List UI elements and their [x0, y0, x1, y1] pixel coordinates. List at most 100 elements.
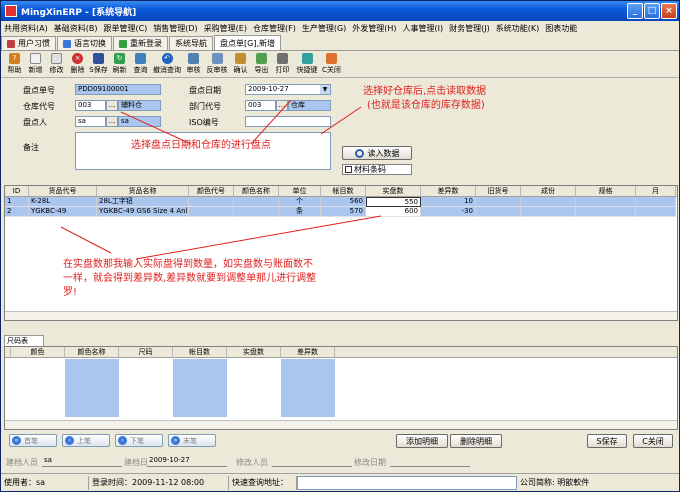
printer-icon — [277, 53, 288, 64]
edit-button[interactable]: 修改 — [46, 52, 67, 77]
help-button[interactable]: ? 帮助 — [4, 52, 25, 77]
app-window: MingXinERP - [系统导航] _ □ × 共用资料(A) 基础资料(B… — [0, 0, 680, 492]
menu-item[interactable]: 销售管理(D) — [153, 23, 197, 34]
menu-item[interactable]: 生产管理(G) — [302, 23, 346, 34]
cancel-query-button[interactable]: ↶ 撤消查询 — [151, 52, 183, 77]
status-query-label: 快速查询地址： — [229, 475, 297, 490]
tab-bar: 用户习惯 语言切换 重新登录 系统导航 盘点单[G],新增 — [1, 35, 679, 51]
person-name-field: sa — [118, 116, 161, 127]
confirm-button[interactable]: 确认 — [230, 52, 251, 77]
quick-query-input[interactable] — [297, 475, 517, 490]
creator-field: sa — [42, 456, 122, 467]
first-icon: « — [12, 436, 21, 445]
print-button[interactable]: 打印 — [272, 52, 293, 77]
unaudit-button[interactable]: 反审核 — [204, 52, 230, 77]
menu-item[interactable]: 基础资料(B) — [54, 23, 98, 34]
detail-save-button[interactable]: S保存 — [587, 434, 627, 448]
doc-no-field[interactable]: PDD09100001 — [75, 84, 161, 95]
close-doc-button[interactable]: C关闭 — [321, 52, 342, 77]
record-footer: 建档人员 sa 建档日期 2009-10-27 修改人员 修改日期 — [4, 454, 677, 470]
item-grid-scrollbar[interactable] — [5, 311, 677, 320]
remark-label: 备注 — [23, 143, 39, 152]
maximize-button[interactable]: □ — [644, 3, 660, 19]
menu-item[interactable]: 仓库管理(F) — [253, 23, 296, 34]
audit-button[interactable]: 审核 — [183, 52, 204, 77]
save-button[interactable]: S保存 — [88, 52, 109, 77]
tab-size-table[interactable]: 尺码表 — [4, 335, 44, 346]
first-record-button[interactable]: «首笔 — [9, 434, 57, 447]
login-icon — [119, 39, 127, 48]
person-lookup-button[interactable]: … — [106, 116, 118, 127]
size-grid: 颜色 颜色名称 尺码 帐目数 实盘数 差异数 — [4, 346, 678, 430]
warehouse-label: 仓库代号 — [23, 102, 55, 111]
prev-record-button[interactable]: ‹ 上笔 — [62, 434, 110, 447]
table-row[interactable]: 1 K-28L 28L工字钮 个 560 550 10 — [5, 197, 677, 207]
undo-icon: ↶ — [161, 53, 173, 64]
menu-item[interactable]: 财务管理(J) — [449, 23, 490, 34]
menu-bar: 共用资料(A) 基础资料(B) 跟单管理(C) 销售管理(D) 采购管理(E) … — [1, 21, 679, 35]
size-grid-header: 颜色 颜色名称 尺码 帐目数 实盘数 差异数 — [5, 347, 677, 358]
menu-item[interactable]: 图表功能 — [545, 23, 577, 34]
date-field[interactable]: 2009-10-27 — [245, 84, 331, 95]
query-button[interactable]: 查询 — [130, 52, 151, 77]
help-icon: ? — [9, 53, 20, 64]
add-detail-button[interactable]: 添加明细 — [396, 434, 448, 448]
search-icon — [135, 53, 146, 64]
annotation-read-data-note: (也就是该仓库的库存数据) — [367, 100, 485, 111]
refresh-button[interactable]: ↻ 刷新 — [109, 52, 130, 77]
modifier-field — [272, 456, 352, 467]
globe-icon — [63, 39, 71, 48]
status-user: 使用者：sa — [1, 475, 89, 490]
title-bar: MingXinERP - [系统导航] _ □ × — [1, 1, 679, 21]
floppy-icon — [93, 53, 104, 64]
unaudit-icon — [211, 53, 223, 64]
export-button[interactable]: 导出 — [251, 52, 272, 77]
confirm-icon — [235, 53, 246, 64]
detail-close-button[interactable]: C关闭 — [633, 434, 673, 448]
warehouse-name-field: 辅料仓 — [118, 100, 161, 111]
menu-item[interactable]: 外发管理(H) — [352, 23, 396, 34]
close-button[interactable]: × — [661, 3, 677, 19]
person-code-field[interactable]: sa — [75, 116, 106, 127]
annotation-select-date: 选择盘点日期和仓库的进行盘点 — [131, 140, 271, 151]
shortcut-button[interactable]: 快捷键 — [293, 52, 321, 77]
size-grid-scrollbar[interactable] — [5, 420, 677, 429]
refresh-icon: ↻ — [114, 53, 125, 64]
checkbox-box — [345, 166, 352, 173]
barcode-checkbox[interactable]: 材料条码 — [342, 164, 412, 175]
status-bar: 使用者：sa 登录时间：2009-11-12 08:00 快速查询地址： 公司简… — [1, 473, 679, 491]
menu-item[interactable]: 跟单管理(C) — [103, 23, 147, 34]
tab-relogin[interactable]: 重新登录 — [113, 36, 168, 50]
menu-item[interactable]: 共用资料(A) — [4, 23, 48, 34]
warehouse-lookup-button[interactable]: … — [106, 100, 118, 111]
minimize-button[interactable]: _ — [627, 3, 643, 19]
tab-inventory-count[interactable]: 盘点单[G],新增 — [214, 35, 281, 50]
iso-field[interactable] — [245, 116, 331, 127]
audit-icon — [188, 53, 199, 64]
tab-language[interactable]: 语言切换 — [57, 36, 112, 50]
item-grid-header: ID 货品代号 货品名称 颜色代号 颜色名称 单位 帐目数 实盘数 差异数 旧货… — [5, 186, 677, 197]
create-date-field: 2009-10-27 — [147, 456, 227, 467]
last-record-button[interactable]: » 末笔 — [168, 434, 216, 447]
dept-lookup-button[interactable]: … — [276, 100, 288, 111]
item-grid: ID 货品代号 货品名称 颜色代号 颜色名称 单位 帐目数 实盘数 差异数 旧货… — [4, 185, 678, 321]
delete-detail-button[interactable]: 删除明细 — [450, 434, 502, 448]
person-label: 盘点人 — [23, 118, 47, 127]
delete-button[interactable]: × 删除 — [67, 52, 88, 77]
new-button[interactable]: 新增 — [25, 52, 46, 77]
dept-code-field[interactable]: 003 — [245, 100, 276, 111]
read-data-button[interactable]: 读入数据 — [342, 146, 412, 160]
chevron-down-icon[interactable]: ▼ — [320, 85, 330, 94]
next-record-button[interactable]: › 下笔 — [115, 434, 163, 447]
tab-system-nav[interactable]: 系统导航 — [169, 36, 213, 50]
dept-label: 部门代号 — [189, 102, 221, 111]
status-login-time: 登录时间：2009-11-12 08:00 — [89, 475, 229, 490]
menu-item[interactable]: 人事管理(I) — [403, 23, 444, 34]
iso-label: ISO编号 — [189, 118, 219, 127]
toolbar: ? 帮助 新增 修改 × 删除 S保存 ↻ 刷新 查询 ↶ 撤消查询 审核 反审核 确认… — [1, 52, 679, 78]
tab-user-habits[interactable]: 用户习惯 — [1, 36, 56, 50]
warehouse-code-field[interactable]: 003 — [75, 100, 106, 111]
menu-item[interactable]: 采购管理(E) — [204, 23, 247, 34]
table-row[interactable]: 2 YGKBC-49 YGKBC-49 GS6 Size 4 Anl 条 570… — [5, 207, 677, 217]
menu-item[interactable]: 系统功能(K) — [496, 23, 540, 34]
